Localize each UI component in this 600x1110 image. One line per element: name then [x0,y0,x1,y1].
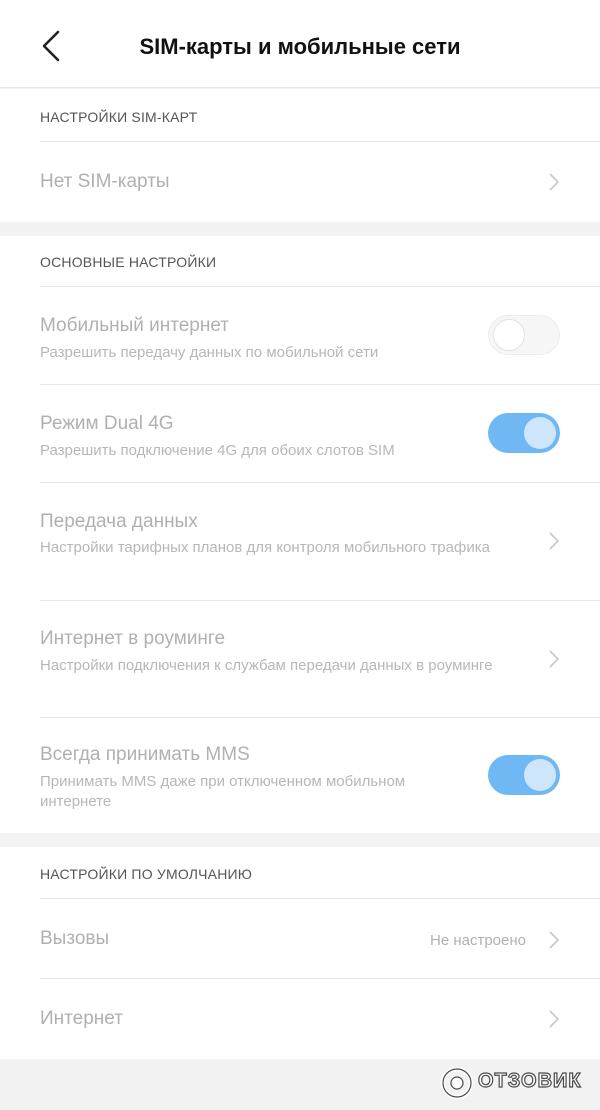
mobile-internet-toggle[interactable] [488,315,560,355]
otzovik-logo-icon [441,1067,473,1099]
otzovik-watermark: ОТЗОВИК [440,1066,590,1100]
chevron-right-icon [549,931,560,949]
mobile-internet-row[interactable]: Мобильный интернет Разрешить передачу да… [0,287,600,384]
chevron-right-icon [549,650,560,668]
sim-settings-section: НАСТРОЙКИ SIM-КАРТ Нет SIM-карты [0,89,600,222]
row-title: Режим Dual 4G [40,413,174,434]
row-subtitle: Принимать MMS даже при отключенном мобил… [40,773,406,810]
dual-4g-row[interactable]: Режим Dual 4G Разрешить подключение 4G д… [0,385,600,482]
page-title: SIM-карты и мобильные сети [139,34,461,59]
roaming-row[interactable]: Интернет в роуминге Настройки подключени… [0,601,600,718]
section-header-default: НАСТРОЙКИ ПО УМОЛЧАНИЮ [40,866,253,882]
row-subtitle: Настройки подключения к службам передачи… [40,657,493,674]
dual-4g-toggle[interactable] [488,413,560,453]
row-value: Не настроено [430,932,526,949]
row-subtitle: Разрешить передачу данных по мобильной с… [40,344,379,361]
toggle-knob [524,759,556,791]
chevron-right-icon [549,1010,560,1028]
section-header-basic: ОСНОВНЫЕ НАСТРОЙКИ [40,254,217,270]
row-title: Нет SIM-карты [40,171,170,192]
chevron-right-icon [549,173,560,191]
row-title: Интернет в роуминге [40,628,226,649]
sim-card-row[interactable]: Нет SIM-карты [0,142,600,222]
chevron-right-icon [549,532,560,550]
data-usage-row[interactable]: Передача данных Настройки тарифных плано… [0,483,600,600]
row-title: Передача данных [40,511,198,532]
basic-settings-section: ОСНОВНЫЕ НАСТРОЙКИ Мобильный интернет Ра… [0,236,600,833]
row-subtitle: Разрешить подключение 4G для обоих слото… [40,442,395,459]
internet-row[interactable]: Интернет [0,979,600,1059]
row-subtitle: Настройки тарифных планов для контроля м… [40,539,490,556]
watermark-text: ОТЗОВИК [477,1069,582,1092]
title-bar: SIM-карты и мобильные сети [0,0,600,88]
calls-row[interactable]: Вызовы Не настроено [0,899,600,979]
always-mms-toggle[interactable] [488,755,560,795]
row-title: Всегда принимать MMS [40,744,250,765]
toggle-knob [524,417,556,449]
toggle-knob [493,319,525,351]
section-header-sim: НАСТРОЙКИ SIM-КАРТ [40,109,198,125]
default-settings-section: НАСТРОЙКИ ПО УМОЛЧАНИЮ Вызовы Не настрое… [0,847,600,1059]
always-mms-row[interactable]: Всегда принимать MMS Принимать MMS даже … [0,718,600,833]
row-title: Интернет [40,1008,123,1029]
row-title: Вызовы [40,928,110,949]
row-title: Мобильный интернет [40,315,229,336]
